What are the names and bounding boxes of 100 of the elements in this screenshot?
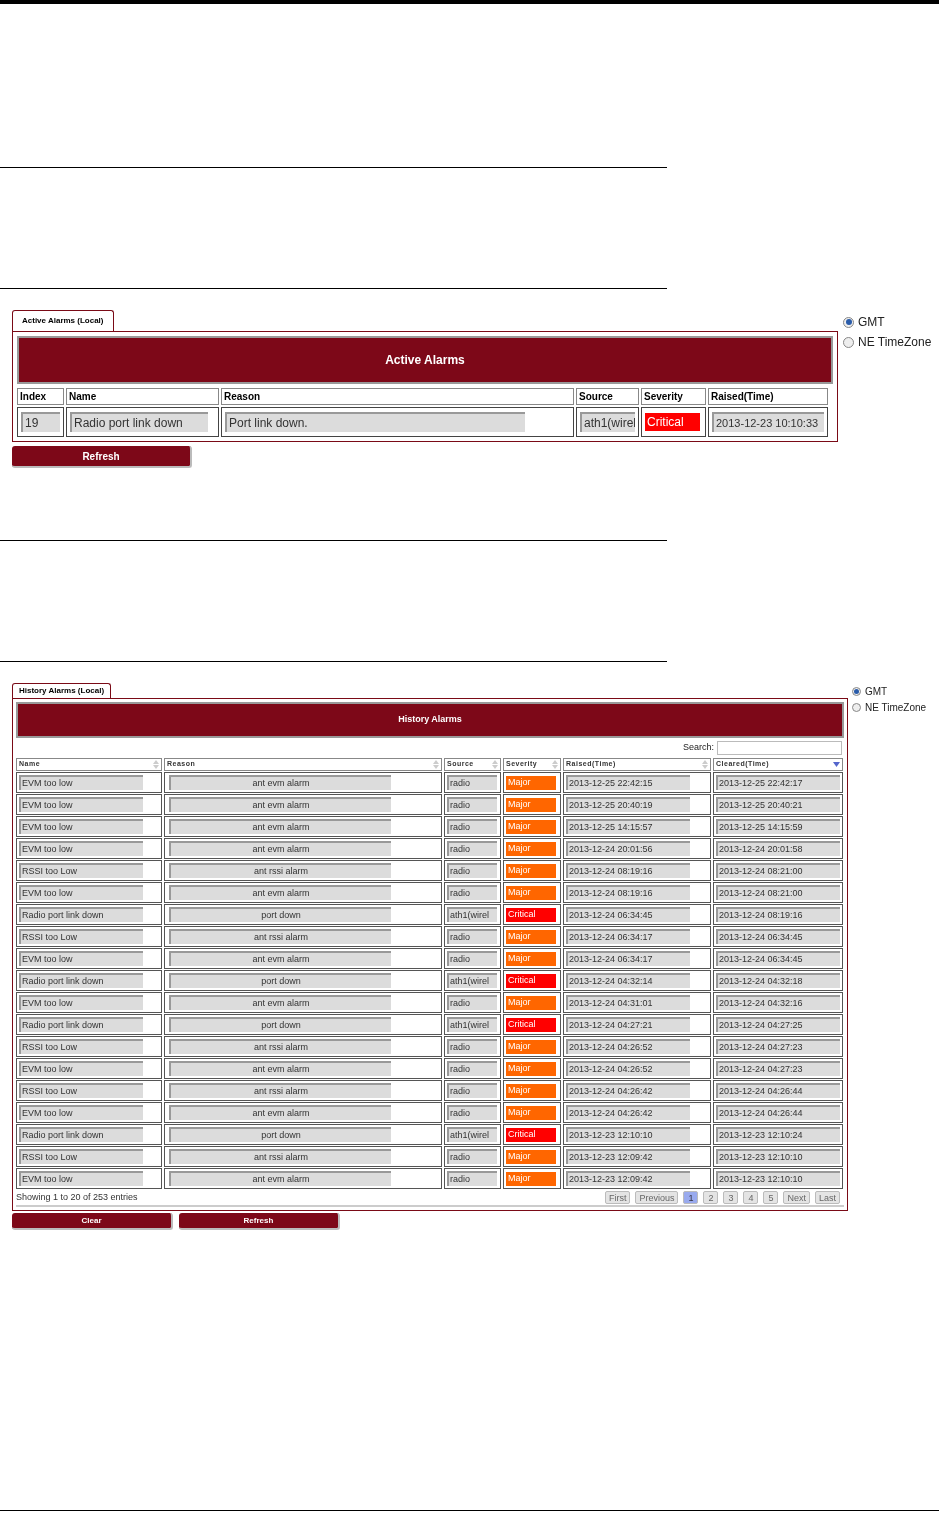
- sort-icon[interactable]: [552, 760, 558, 769]
- value-field: ant evm alarm: [169, 1171, 391, 1186]
- value-field: 2013-12-24 04:32:18: [716, 973, 840, 988]
- value-field: port down: [169, 1127, 391, 1142]
- value-field: EVM too low: [19, 841, 143, 856]
- sort-icon[interactable]: [492, 760, 498, 769]
- radio-button[interactable]: [852, 703, 861, 712]
- pagination-button[interactable]: 3: [723, 1191, 739, 1204]
- refresh-button[interactable]: Refresh: [12, 446, 192, 468]
- value-field: 2013-12-24 04:26:42: [566, 1105, 690, 1120]
- value-field: ant rssi alarm: [169, 929, 391, 944]
- value-field: 2013-12-23 12:10:10: [716, 1171, 840, 1186]
- value-field: 2013-12-24 08:19:16: [566, 885, 690, 900]
- value-field: EVM too low: [19, 885, 143, 900]
- radio-label: NE TimeZone: [858, 334, 932, 351]
- value-field: 2013-12-24 04:27:23: [716, 1039, 840, 1054]
- sort-icon[interactable]: [153, 760, 159, 769]
- value-field: ant rssi alarm: [169, 1149, 391, 1164]
- severity-badge: Major: [506, 841, 556, 856]
- value-field: 2013-12-24 06:34:45: [566, 907, 690, 922]
- value-field: radio: [447, 1083, 497, 1098]
- value-field: 2013-12-24 04:31:01: [566, 995, 690, 1010]
- value-field: 2013-12-24 04:32:14: [566, 973, 690, 988]
- radio-button[interactable]: [852, 687, 861, 696]
- value-field: radio: [447, 819, 497, 834]
- value-field: RSSI too Low: [19, 1149, 143, 1164]
- value-field: 2013-12-24 04:27:21: [566, 1017, 690, 1032]
- value-field: 2013-12-24 20:01:58: [716, 841, 840, 856]
- search-label: Search:: [682, 741, 714, 755]
- severity-badge: Critical: [506, 907, 556, 922]
- column-header: Index: [17, 388, 64, 405]
- value-field: Radio port link down: [70, 412, 208, 432]
- radio-button[interactable]: [843, 336, 854, 348]
- value-field: ath1(wirel: [447, 973, 497, 988]
- value-field: 2013-12-24 04:32:16: [716, 995, 840, 1010]
- pagination-button[interactable]: 5: [763, 1191, 779, 1204]
- entries-info: Showing 1 to 20 of 253 entries: [16, 1190, 138, 1204]
- value-field: 19: [21, 412, 60, 432]
- sort-descending-icon[interactable]: [833, 762, 840, 767]
- pagination-button[interactable]: 4: [743, 1191, 759, 1204]
- pagination-button[interactable]: Previous: [635, 1191, 679, 1204]
- severity-badge: Major: [506, 1039, 556, 1054]
- value-field: EVM too low: [19, 1061, 143, 1076]
- refresh-button[interactable]: Refresh: [179, 1213, 340, 1230]
- value-field: ath1(wirel: [580, 412, 635, 432]
- pagination-button[interactable]: 1: [683, 1191, 699, 1204]
- pagination-button[interactable]: First: [604, 1191, 631, 1204]
- value-field: ant rssi alarm: [169, 1039, 391, 1054]
- value-field: 2013-12-24 20:01:56: [566, 841, 690, 856]
- pagination-button[interactable]: 2: [703, 1191, 719, 1204]
- severity-badge: Major: [506, 929, 556, 944]
- value-field: 2013-12-24 06:34:17: [566, 929, 690, 944]
- value-field: 2013-12-24 04:27:25: [716, 1017, 840, 1032]
- value-field: Port link down.: [225, 412, 525, 432]
- radio-button[interactable]: [843, 316, 854, 328]
- value-field: 2013-12-23 12:09:42: [566, 1171, 690, 1186]
- value-field: 2013-12-23 12:10:10: [566, 1127, 690, 1142]
- value-field: 2013-12-25 14:15:57: [566, 819, 690, 834]
- tab[interactable]: History Alarms (Local): [12, 683, 112, 698]
- column-header: Raised(Time): [708, 388, 828, 405]
- severity-badge: Major: [506, 885, 556, 900]
- value-field: 2013-12-25 14:15:59: [716, 819, 840, 834]
- sort-icon[interactable]: [433, 760, 439, 769]
- value-field: 2013-12-24 06:34:45: [716, 929, 840, 944]
- value-field: ant evm alarm: [169, 885, 391, 900]
- value-field: ath1(wirel: [447, 907, 497, 922]
- severity-badge: Critical: [645, 413, 700, 431]
- value-field: Radio port link down: [19, 973, 143, 988]
- column-header: Reason: [221, 388, 574, 405]
- value-field: radio: [447, 1171, 497, 1186]
- value-field: EVM too low: [19, 819, 143, 834]
- pagination-button[interactable]: Last: [815, 1191, 840, 1204]
- radio-label: GMT: [858, 314, 885, 331]
- value-field: Radio port link down: [19, 1127, 143, 1142]
- value-field: radio: [447, 995, 497, 1010]
- sort-icon[interactable]: [702, 760, 708, 769]
- value-field: radio: [447, 863, 497, 878]
- value-field: EVM too low: [19, 995, 143, 1010]
- value-field: ant evm alarm: [169, 775, 391, 790]
- value-field: port down: [169, 1017, 391, 1032]
- value-field: ant evm alarm: [169, 995, 391, 1010]
- pagination-button[interactable]: Next: [783, 1191, 810, 1204]
- value-field: ath1(wirel: [447, 1017, 497, 1032]
- clear-button[interactable]: Clear: [12, 1213, 173, 1230]
- tab[interactable]: Active Alarms (Local): [12, 310, 114, 331]
- column-header: Source: [576, 388, 639, 405]
- value-field: ant evm alarm: [169, 951, 391, 966]
- value-field: ant evm alarm: [169, 841, 391, 856]
- value-field: RSSI too Low: [19, 863, 143, 878]
- value-field: ant rssi alarm: [169, 1083, 391, 1098]
- value-field: EVM too low: [19, 775, 143, 790]
- value-field: radio: [447, 841, 497, 856]
- radio-label: GMT: [865, 685, 888, 699]
- value-field: ath1(wirel: [447, 1127, 497, 1142]
- search-field[interactable]: [717, 741, 842, 755]
- value-field: 2013-12-24 08:21:00: [716, 863, 840, 878]
- value-field: 2013-12-24 08:19:16: [716, 907, 840, 922]
- value-field: radio: [447, 775, 497, 790]
- value-field: port down: [169, 907, 391, 922]
- value-field: 2013-12-24 04:27:23: [716, 1061, 840, 1076]
